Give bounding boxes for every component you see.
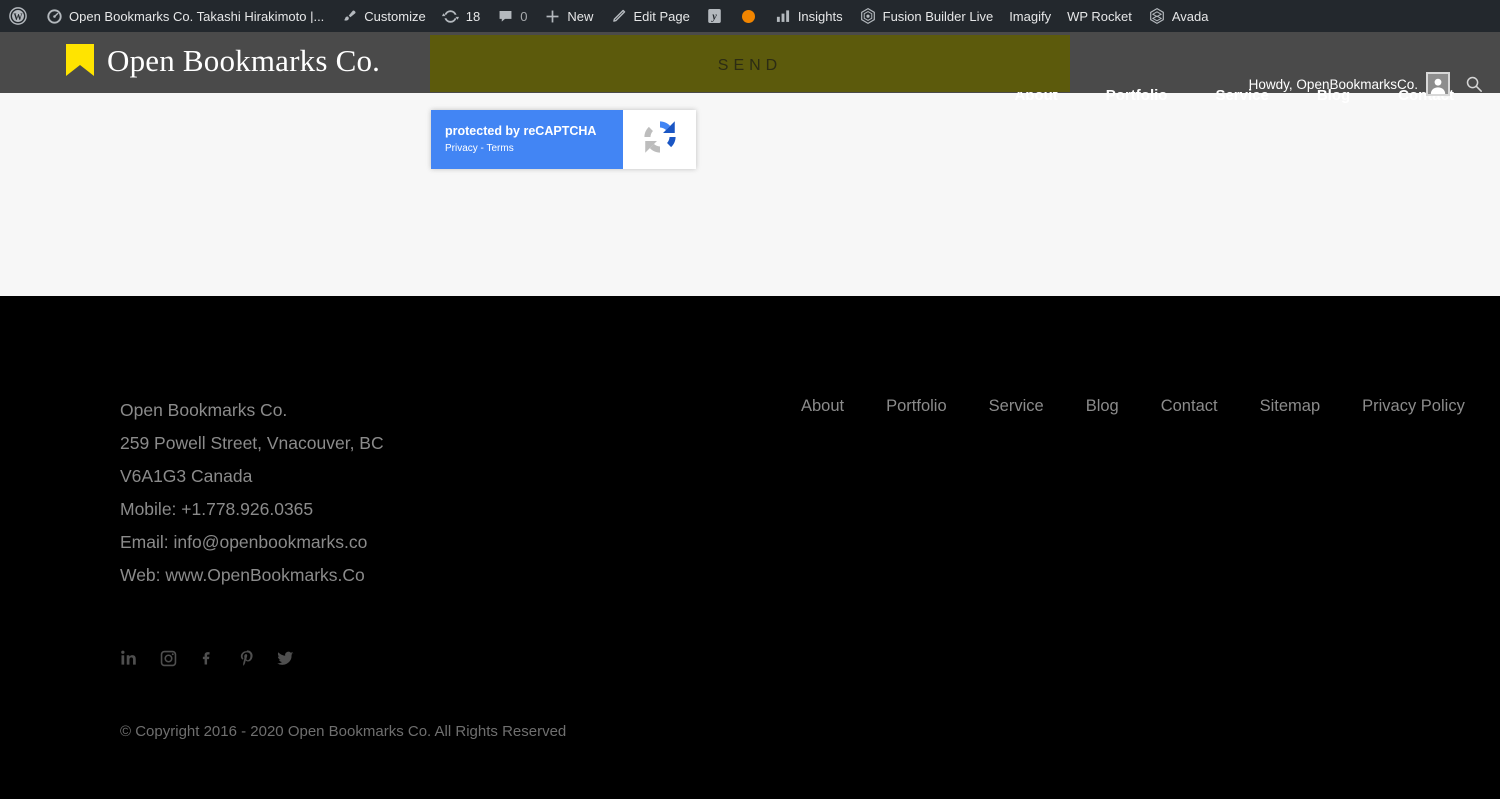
comments-count: 0 <box>520 8 528 24</box>
bar-chart-icon <box>774 7 792 25</box>
imagify-button[interactable]: Imagify <box>1001 0 1059 32</box>
site-name-label: Open Bookmarks Co. Takashi Hirakimoto |.… <box>69 9 325 23</box>
wordpress-logo-button[interactable]: W <box>0 0 37 32</box>
main-content-area: protected by reCAPTCHA Privacy - Terms <box>0 93 1500 296</box>
pinterest-icon[interactable] <box>236 648 256 668</box>
footer-link-blog[interactable]: Blog <box>1065 397 1140 416</box>
twitter-icon[interactable] <box>275 648 295 668</box>
yoast-seo-button[interactable]: y <box>698 0 732 32</box>
address-line: 259 Powell Street, Vnacouver, BC <box>120 433 384 453</box>
site-footer: Open Bookmarks Co. 259 Powell Street, Vn… <box>0 296 1500 799</box>
nav-item-portfolio[interactable]: Portfolio <box>1082 88 1192 103</box>
wp-admin-bar: W Open Bookmarks Co. Takashi Hirakimoto … <box>0 0 1500 32</box>
bookmark-icon <box>66 44 94 76</box>
site-logo-text: Open Bookmarks Co. <box>107 42 381 78</box>
footer-link-sitemap[interactable]: Sitemap <box>1239 397 1342 416</box>
dashboard-icon <box>45 7 63 25</box>
send-button-label[interactable]: SEND <box>430 57 1070 75</box>
customize-button[interactable]: Customize <box>332 0 433 32</box>
fusion-builder-icon <box>859 7 877 25</box>
address-line: Open Bookmarks Co. <box>120 400 288 420</box>
updates-count: 18 <box>465 8 481 24</box>
social-links <box>119 648 295 668</box>
fusion-builder-label: Fusion Builder Live <box>882 8 994 24</box>
edit-page-label: Edit Page <box>633 8 690 24</box>
recaptcha-privacy-terms-links[interactable]: Privacy - Terms <box>445 143 623 155</box>
address-line: V6A1G3 Canada <box>120 466 253 486</box>
recaptcha-title: protected by reCAPTCHA <box>445 124 597 138</box>
account-area: Howdy, OpenBookmarksCo. <box>1249 72 1484 96</box>
status-dot-button[interactable] <box>732 0 766 32</box>
wp-rocket-label: WP Rocket <box>1067 8 1132 24</box>
footer-navigation: About Portfolio Service Blog Contact Sit… <box>780 397 1486 416</box>
insights-button[interactable]: Insights <box>766 0 851 32</box>
avada-button[interactable]: Avada <box>1140 0 1217 32</box>
pencil-icon <box>609 7 627 25</box>
footer-link-privacy-policy[interactable]: Privacy Policy <box>1341 397 1486 416</box>
recaptcha-logo-panel <box>623 110 696 169</box>
address-line: Email: info@openbookmarks.co <box>120 532 368 552</box>
orange-dot-icon <box>740 7 758 25</box>
svg-text:W: W <box>14 12 23 22</box>
wp-rocket-button[interactable]: WP Rocket <box>1059 0 1140 32</box>
site-logo-link[interactable]: Open Bookmarks Co. <box>66 44 380 76</box>
search-icon[interactable] <box>1464 74 1484 94</box>
wordpress-logo-icon: W <box>9 7 27 25</box>
imagify-label: Imagify <box>1009 8 1052 24</box>
update-icon <box>442 7 460 25</box>
address-line: Web: www.OpenBookmarks.Co <box>120 565 365 585</box>
insights-label: Insights <box>797 8 843 24</box>
plus-icon <box>543 7 561 25</box>
howdy-label: Howdy, OpenBookmarksCo. <box>1248 76 1418 92</box>
site-name-menu[interactable]: Open Bookmarks Co. Takashi Hirakimoto |.… <box>37 0 332 32</box>
recaptcha-logo-icon <box>638 115 682 164</box>
instagram-icon[interactable] <box>158 648 178 668</box>
brush-icon <box>340 7 358 25</box>
yoast-icon: y <box>706 7 724 25</box>
new-content-button[interactable]: New <box>535 0 601 32</box>
fusion-builder-live-button[interactable]: Fusion Builder Live <box>851 0 1002 32</box>
address-line: Mobile: +1.778.926.0365 <box>120 499 314 519</box>
recaptcha-badge[interactable]: protected by reCAPTCHA Privacy - Terms <box>431 110 696 169</box>
linkedin-icon[interactable] <box>119 648 139 668</box>
edit-page-button[interactable]: Edit Page <box>601 0 697 32</box>
customize-label: Customize <box>364 8 426 24</box>
footer-link-contact[interactable]: Contact <box>1140 397 1239 416</box>
avada-icon <box>1148 7 1166 25</box>
facebook-icon[interactable] <box>197 648 217 668</box>
footer-link-about[interactable]: About <box>780 397 865 416</box>
footer-link-service[interactable]: Service <box>968 397 1065 416</box>
new-label: New <box>567 8 594 24</box>
footer-address-block: Open Bookmarks Co. 259 Powell Street, Vn… <box>120 394 384 592</box>
comment-bubble-icon <box>496 7 514 25</box>
updates-button[interactable]: 18 <box>434 0 488 32</box>
avatar[interactable] <box>1426 72 1450 96</box>
send-button-overlay[interactable]: SEND <box>430 35 1070 92</box>
copyright-text: © Copyright 2016 - 2020 Open Bookmarks C… <box>120 723 567 740</box>
footer-link-portfolio[interactable]: Portfolio <box>865 397 968 416</box>
recaptcha-text-panel: protected by reCAPTCHA Privacy - Terms <box>431 110 623 169</box>
avada-label: Avada <box>1171 8 1209 24</box>
comments-button[interactable]: 0 <box>488 0 535 32</box>
